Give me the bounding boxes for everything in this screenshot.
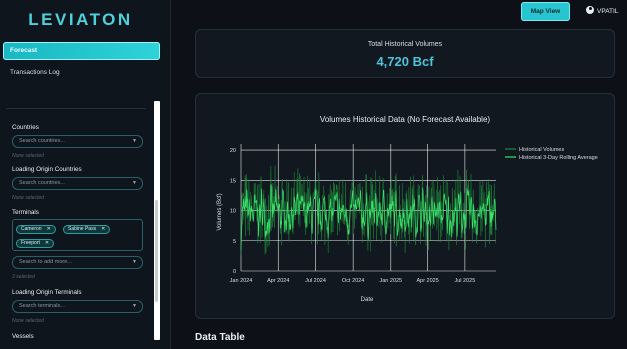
chevron-down-icon: ▼ <box>132 303 137 309</box>
terminals-add-select[interactable]: Search to add more... ▼ <box>12 256 143 269</box>
legend-label: Historical 3-Day Rolling Average <box>519 155 598 161</box>
volumes-chart: Volumes Historical Data (No Forecast Ava… <box>217 115 598 303</box>
username: VPATIL <box>597 8 619 15</box>
loading-origin-countries-select[interactable]: Search countries... ▼ <box>12 177 143 190</box>
x-tick-label: Oct 2024 <box>342 278 364 284</box>
sidebar-scrollbar-thumb[interactable] <box>155 200 158 302</box>
x-axis-label: Date <box>361 297 374 303</box>
sidebar: LEVIATON Forecast Transactions Log Count… <box>0 0 171 349</box>
x-tick-label: Jul 2024 <box>305 278 326 284</box>
map-view-button[interactable]: Map View <box>521 2 570 21</box>
x-tick-label: Jan 2025 <box>379 278 402 284</box>
tag-label: Sabine Pass <box>68 226 97 232</box>
loading-origin-countries-placeholder: Search countries... <box>19 180 65 186</box>
chevron-down-icon: ▼ <box>132 138 137 144</box>
y-tick-label: 20 <box>230 148 236 154</box>
legend: Historical Volumes Historical 3-Day Rolli… <box>505 147 598 161</box>
x-tick-label: Apr 2024 <box>267 278 289 284</box>
legend-label: Historical Volumes <box>519 147 564 153</box>
tag-label: Freeport <box>21 240 40 246</box>
countries-hint: None selected <box>12 153 44 159</box>
user-menu[interactable]: VPATIL <box>586 6 619 17</box>
x-tick-label: Apr 2025 <box>416 278 438 284</box>
countries-select[interactable]: Search countries... ▼ <box>12 135 143 148</box>
x-tick-label: Jan 2024 <box>230 278 253 284</box>
close-icon[interactable]: ✕ <box>101 226 105 232</box>
loading-origin-terminals-select[interactable]: Search terminals... ▼ <box>12 300 143 313</box>
nav-item-transactions-log[interactable]: Transactions Log <box>3 64 160 82</box>
y-tick-label: 15 <box>230 178 236 184</box>
filter-panel: Countries Search countries... ▼ None sel… <box>6 101 148 340</box>
chevron-down-icon: ▼ <box>132 180 137 186</box>
data-table-title: Data Table <box>195 332 245 343</box>
tag-freeport: Freeport ✕ <box>16 239 55 248</box>
vessels-label: Vessels <box>12 333 34 340</box>
kpi-card: Total Historical Volumes 4,720 Bcf <box>195 29 615 78</box>
x-tick-label: Jul 2025 <box>454 278 475 284</box>
chart-card: Volumes Historical Data (No Forecast Ava… <box>195 93 615 319</box>
countries-label: Countries <box>12 124 39 131</box>
tag-cameron: Cameron ✕ <box>16 225 56 234</box>
loading-origin-terminals-label: Loading Origin Terminals <box>12 289 82 296</box>
close-icon[interactable]: ✕ <box>47 226 51 232</box>
chart-title: Volumes Historical Data (No Forecast Ava… <box>320 115 490 124</box>
loading-origin-terminals-placeholder: Search terminals... <box>19 303 65 309</box>
y-axis-label: Volumes (Bcf) <box>217 193 223 230</box>
loading-origin-countries-label: Loading Origin Countries <box>12 166 82 173</box>
terminals-tag-box[interactable]: Cameron ✕ Sabine Pass ✕ Freeport ✕ <box>12 219 143 251</box>
tag-sabine-pass: Sabine Pass ✕ <box>63 225 111 234</box>
brand-logo: LEVIATON <box>28 10 133 29</box>
tag-label: Cameron <box>21 226 42 232</box>
divider <box>6 108 146 109</box>
y-tick-label: 0 <box>233 269 236 275</box>
kpi-value: 4,720 Bcf <box>376 54 434 69</box>
terminals-add-placeholder: Search to add more... <box>19 259 72 265</box>
y-tick-label: 5 <box>233 239 236 245</box>
chevron-down-icon: ▼ <box>132 259 137 265</box>
nav-item-forecast[interactable]: Forecast <box>3 42 160 60</box>
countries-placeholder: Search countries... <box>19 138 65 144</box>
kpi-label: Total Historical Volumes <box>367 41 443 48</box>
terminals-hint: 3 selected <box>12 274 35 280</box>
loading-origin-countries-hint: None selected <box>12 195 44 201</box>
close-icon[interactable]: ✕ <box>45 240 49 246</box>
y-tick-label: 10 <box>230 209 236 215</box>
loading-origin-terminals-hint: None selected <box>12 318 44 324</box>
terminals-label: Terminals <box>12 209 39 216</box>
user-circle-icon <box>586 6 594 15</box>
